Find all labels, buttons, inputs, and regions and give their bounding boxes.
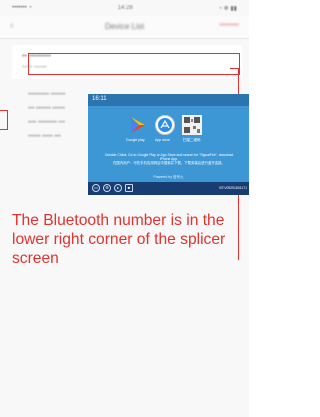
- instructions-chinese: 在国内用户：可在手机应用商店中搜索并下载，下载安装后进行蓝牙连接。: [113, 161, 225, 166]
- battery-indicator: ◔ ✻ ▮▮: [218, 5, 237, 12]
- google-play-icon: [128, 115, 148, 135]
- lock-icon: ■: [125, 184, 133, 192]
- app-store-icon: [155, 115, 175, 135]
- status-time: 14:28: [117, 5, 133, 11]
- download-instructions: Outside China: Go to Google Play or App …: [102, 153, 236, 166]
- folder-icon: ▭: [92, 184, 100, 192]
- phone-screen: ••••••• ◔ 14:28 ◔ ✻ ▮▮ ‹ Device List •••…: [0, 0, 249, 417]
- caption-text: The Bluetooth number is in the lower rig…: [12, 212, 226, 267]
- powered-by: Powered by 信号火: [153, 175, 184, 179]
- splicer-bottom-bar: ▭ ⚙ ▸ ■ BT:V09291801171: [88, 182, 249, 195]
- signal-indicator: ••••••• ◔: [12, 5, 32, 11]
- settings-icon: ⚙: [103, 184, 111, 192]
- status-bar: ••••••• ◔ 14:28 ◔ ✻ ▮▮: [0, 0, 249, 16]
- highlight-box: [28, 53, 240, 75]
- nav-bar: ‹ Device List ••••••••: [0, 16, 249, 39]
- bluetooth-number: BT:V09291801171: [219, 186, 247, 190]
- nav-action-button[interactable]: ••••••••: [219, 22, 239, 29]
- highlight-mark-left: [0, 110, 8, 130]
- store-label: App store: [155, 138, 170, 142]
- splicer-status-bar: 16:11: [88, 94, 249, 106]
- splicer-app-panel: Google play App store 扫描二维码 Outside Chin…: [88, 106, 249, 182]
- store-label: 扫描二维码: [183, 138, 201, 142]
- qr-code-icon: [182, 115, 202, 135]
- play-icon: ▸: [114, 184, 122, 192]
- splicer-screen: 16:11 Google play App store 扫描二维码 Outsid…: [88, 94, 249, 195]
- store-label: Google play: [126, 138, 145, 142]
- store-icons: Google play App store 扫描二维码: [126, 115, 228, 147]
- callout-line-top: [230, 68, 238, 69]
- splicer-time: 16:11: [92, 96, 107, 102]
- page-title: Device List: [104, 22, 145, 31]
